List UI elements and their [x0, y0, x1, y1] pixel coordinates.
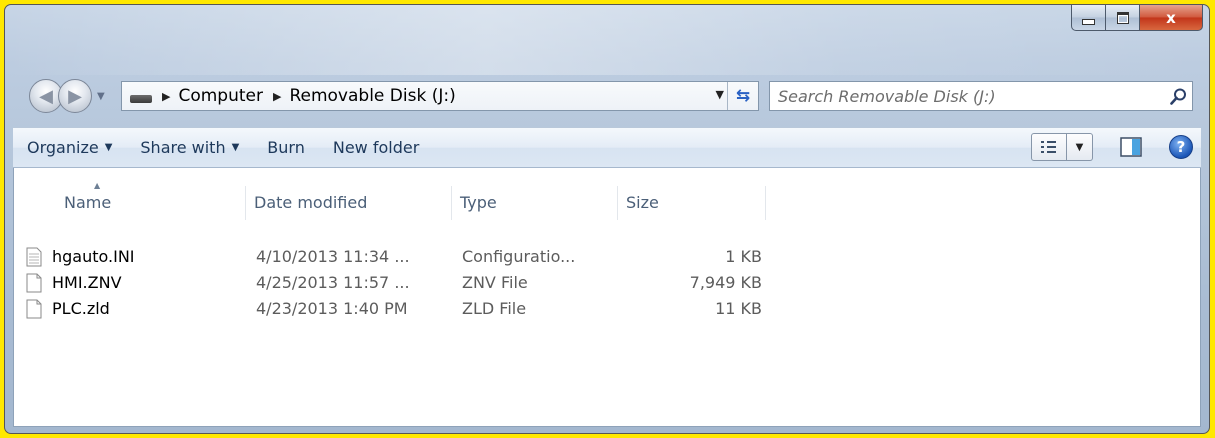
- new-folder-label: New folder: [332, 138, 420, 157]
- details-view-icon: [1041, 141, 1056, 153]
- new-folder-button[interactable]: New folder: [319, 128, 433, 167]
- file-name: hgauto.INI: [52, 247, 135, 266]
- organize-label: Organize: [27, 138, 99, 157]
- recent-pages-dropdown[interactable]: ▼: [97, 91, 105, 102]
- file-row[interactable]: HMI.ZNV 4/25/2013 11:57 ... ZNV File 7,9…: [14, 270, 762, 296]
- breadcrumb-separator-icon[interactable]: ▶: [273, 90, 281, 103]
- preview-pane-button[interactable]: [1119, 136, 1143, 158]
- address-dropdown-icon[interactable]: ▼: [716, 88, 724, 101]
- file-date: 4/23/2013 1:40 PM: [256, 299, 408, 318]
- search-icon[interactable]: [1164, 88, 1192, 105]
- file-row[interactable]: PLC.zld 4/23/2013 1:40 PM ZLD File 11 KB: [14, 296, 762, 322]
- file-name: HMI.ZNV: [52, 273, 122, 292]
- chevron-down-icon: ▼: [1075, 141, 1084, 153]
- address-bar[interactable]: ▶ Computer ▶ Removable Disk (J:) ▼ ⇆: [121, 81, 759, 111]
- maximize-button[interactable]: [1106, 5, 1140, 31]
- file-size: 1 KB: [725, 247, 762, 266]
- back-arrow-icon: ◀: [39, 85, 53, 107]
- file-list: ▲ Name Date modified Type Size hgauto.IN…: [13, 168, 1201, 427]
- column-name[interactable]: Name: [56, 186, 246, 220]
- refresh-icon: ⇆: [735, 86, 751, 106]
- search-input[interactable]: [770, 85, 1164, 107]
- file-row[interactable]: hgauto.INI 4/10/2013 11:34 ... Configura…: [14, 244, 762, 270]
- column-date-modified[interactable]: Date modified: [246, 186, 452, 220]
- minimize-icon: [1082, 19, 1095, 25]
- file-date: 4/10/2013 11:34 ...: [256, 247, 410, 266]
- burn-button[interactable]: Burn: [253, 128, 319, 167]
- file-size: 7,949 KB: [689, 273, 762, 292]
- preview-pane-icon: [1120, 137, 1142, 157]
- column-size[interactable]: Size: [618, 186, 766, 220]
- file-size: 11 KB: [715, 299, 762, 318]
- view-controls: ▼ ?: [1031, 133, 1193, 161]
- breadcrumb-removable-disk[interactable]: Removable Disk (J:): [289, 86, 455, 106]
- share-with-label: Share with: [140, 138, 226, 157]
- change-view-button[interactable]: [1031, 133, 1067, 161]
- file-icon: [26, 273, 42, 293]
- close-icon: x: [1166, 8, 1176, 27]
- burn-label: Burn: [267, 138, 305, 157]
- column-type[interactable]: Type: [452, 186, 618, 220]
- breadcrumb-separator-icon[interactable]: ▶: [162, 90, 170, 103]
- caption-buttons: x: [1071, 5, 1203, 31]
- file-name: PLC.zld: [52, 299, 110, 318]
- command-bar: Organize ▼ Share with ▼ Burn New folder: [13, 127, 1201, 168]
- breadcrumb-computer[interactable]: Computer: [178, 86, 263, 106]
- chevron-down-icon: ▼: [231, 142, 240, 153]
- config-file-icon: [26, 247, 42, 267]
- help-button[interactable]: ?: [1169, 135, 1193, 159]
- close-button[interactable]: x: [1140, 5, 1203, 31]
- file-icon: [26, 299, 42, 319]
- minimize-button[interactable]: [1071, 5, 1106, 31]
- explorer-window: x ◀ ▶ ▼ ▶ Computer ▶ Removable Disk (J:)…: [4, 4, 1210, 434]
- file-date: 4/25/2013 11:57 ...: [256, 273, 410, 292]
- share-with-menu[interactable]: Share with ▼: [126, 128, 253, 167]
- forward-arrow-icon: ▶: [68, 85, 82, 107]
- refresh-button[interactable]: ⇆: [727, 82, 758, 110]
- view-options-dropdown[interactable]: ▼: [1067, 133, 1093, 161]
- file-type: ZNV File: [462, 273, 528, 292]
- column-headers: ▲ Name Date modified Type Size: [14, 168, 1200, 220]
- file-type: Configuratio...: [462, 247, 576, 266]
- search-box[interactable]: [769, 81, 1193, 111]
- forward-button[interactable]: ▶: [58, 79, 92, 113]
- navigation-bar: ◀ ▶ ▼ ▶ Computer ▶ Removable Disk (J:) ▼…: [29, 75, 1193, 117]
- organize-menu[interactable]: Organize ▼: [13, 128, 126, 167]
- chevron-down-icon: ▼: [104, 142, 113, 153]
- drive-icon: [130, 95, 152, 103]
- maximize-icon: [1116, 11, 1129, 24]
- help-icon: ?: [1176, 138, 1186, 156]
- file-type: ZLD File: [462, 299, 527, 318]
